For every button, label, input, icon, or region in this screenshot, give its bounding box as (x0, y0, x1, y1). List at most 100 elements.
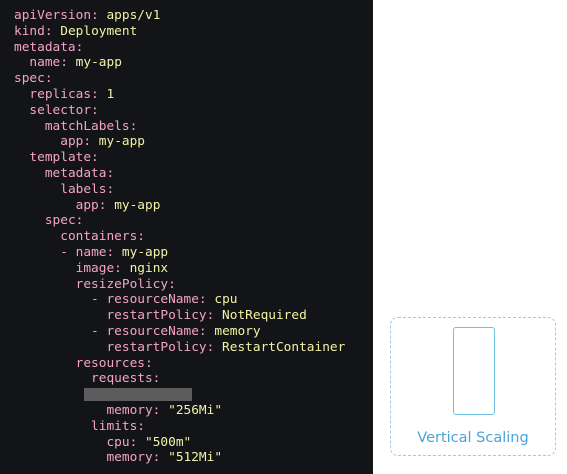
code-line: selector: (14, 103, 345, 119)
yaml-key: template: (29, 150, 99, 166)
code-line: resources: (14, 356, 345, 372)
code-line: cpu: "500m" (14, 435, 345, 451)
yaml-key: matchLabels: (44, 118, 138, 134)
code-line: metadata: (14, 40, 345, 56)
code-line: kind: Deployment (14, 24, 345, 40)
list-dash: - (91, 323, 107, 339)
yaml-code-editor[interactable]: apiVersion: apps/v1 kind: Deployment metad… (0, 0, 373, 474)
yaml-value: RestartContainer (222, 339, 346, 355)
yaml-key: resizePolicy: (75, 276, 176, 292)
code-line: memory: "512Mi" (14, 450, 345, 466)
yaml-value: NotRequired (222, 308, 307, 324)
yaml-key: restartPolicy: (106, 339, 215, 355)
yaml-value: "512Mi" (168, 450, 223, 466)
code-line: labels: (14, 182, 345, 198)
diagram-label: Vertical Scaling (417, 430, 529, 446)
yaml-key: memory: (106, 450, 161, 466)
yaml-key: metadata: (44, 165, 115, 181)
code-line: restartPolicy: NotRequired (14, 308, 345, 324)
yaml-value: my-app (114, 197, 161, 213)
code-line: metadata: (14, 166, 345, 182)
code-line: app: my-app (14, 134, 345, 150)
yaml-key: limits: (91, 418, 145, 434)
list-dash: - (60, 244, 76, 260)
code-line: matchLabels: (14, 119, 345, 135)
yaml-key: kind: (14, 23, 53, 39)
yaml-value: apps/v1 (106, 8, 161, 23)
yaml-value: Deployment (60, 23, 138, 39)
yaml-key: containers: (60, 229, 145, 245)
yaml-key: cpu: (106, 434, 138, 450)
yaml-value: my-app (98, 134, 146, 150)
code-line: spec: (14, 213, 345, 229)
code-line: requests: (14, 371, 345, 387)
yaml-key: name: (29, 55, 68, 71)
yaml-value: "500m" (145, 434, 192, 450)
yaml-key: spec: (14, 71, 53, 87)
code-line: - resourceName: cpu (14, 292, 345, 308)
yaml-key: memory: (106, 402, 161, 418)
code-line: resizePolicy: (14, 277, 345, 293)
yaml-key: replicas: (29, 86, 99, 102)
yaml-value: 1 (106, 86, 115, 102)
code-line: template: (14, 150, 345, 166)
yaml-key: labels: (60, 181, 115, 197)
code-line: spec: (14, 71, 345, 87)
yaml-key: name: (75, 244, 115, 260)
yaml-key: resourceName: (106, 323, 207, 339)
vertical-scaling-card: Vertical Scaling (390, 317, 556, 456)
yaml-value: "256Mi" (168, 402, 223, 418)
yaml-value: cpu (214, 292, 238, 308)
yaml-key: metadata: (14, 39, 84, 55)
code-line: name: my-app (14, 55, 345, 71)
yaml-key: requests: (91, 371, 161, 387)
code-line: app: my-app (14, 198, 345, 214)
yaml-key: selector: (29, 102, 99, 118)
code-line: - resourceName: memory (14, 324, 345, 340)
yaml-key: resources: (75, 355, 153, 371)
code-line: replicas: 1 (14, 87, 345, 103)
yaml-key: app: (60, 134, 92, 150)
list-dash: - (91, 292, 107, 308)
code-line: apiVersion: apps/v1 (14, 8, 345, 24)
code-line: containers: (14, 229, 345, 245)
yaml-value: memory (214, 323, 261, 339)
yaml-key: resourceName: (106, 292, 207, 308)
yaml-value: my-app (75, 55, 122, 71)
code-line: restartPolicy: RestartContainer (14, 340, 345, 356)
yaml-value: my-app (121, 244, 169, 260)
code-lines: apiVersion: apps/v1 kind: Deployment metad… (14, 8, 345, 466)
yaml-key: spec: (44, 213, 84, 229)
yaml-value: nginx (129, 260, 169, 276)
code-line: limits: (14, 419, 345, 435)
code-line: memory: "256Mi" (14, 403, 345, 419)
yaml-key: restartPolicy: (106, 308, 215, 324)
pod-rectangle-icon (453, 327, 495, 415)
yaml-key: app: (75, 197, 107, 213)
code-line: cpu: "1" (14, 387, 345, 403)
